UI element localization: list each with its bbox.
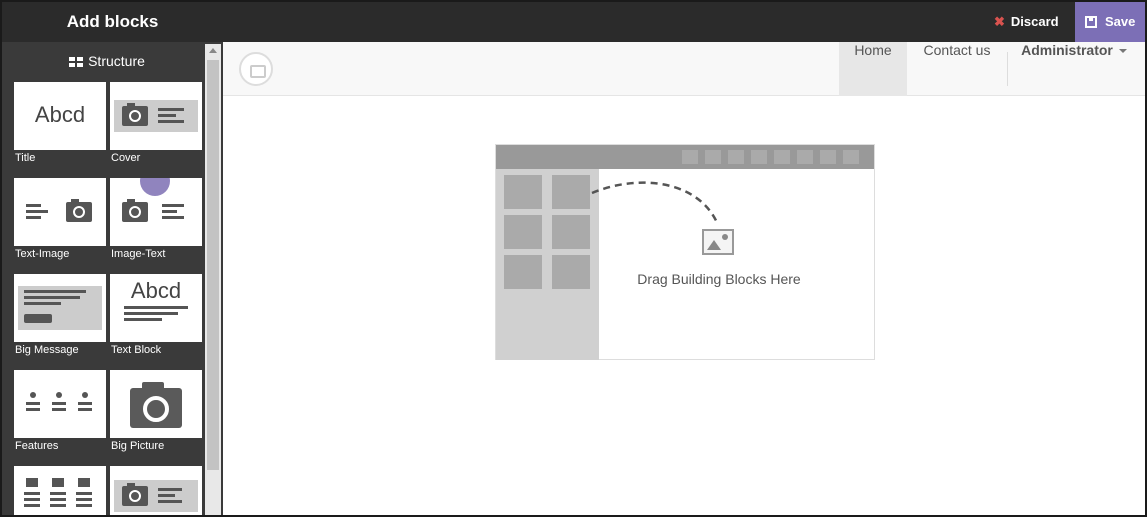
block-label: Big Picture [111, 440, 165, 452]
illustration-sidebar [496, 169, 599, 360]
section-label: Structure [88, 53, 145, 69]
block-label: Cover [111, 152, 141, 164]
camera-icon [66, 199, 92, 222]
camera-icon [130, 382, 182, 428]
text-lines-icon [26, 204, 48, 222]
nav-contact-us[interactable]: Contact us [907, 42, 1007, 96]
block-thumbnail [110, 178, 202, 246]
text-lines-icon [24, 290, 86, 308]
panel-scrollbar[interactable] [205, 44, 221, 515]
nav-divider [1007, 52, 1008, 86]
discard-button[interactable]: ✖ Discard [988, 2, 1078, 42]
illustration-header-bar [496, 145, 874, 169]
camera-icon [122, 483, 148, 506]
discard-label: Discard [1010, 14, 1059, 29]
block-thumbnail [110, 466, 202, 515]
user-name: Administrator [1021, 42, 1113, 58]
save-button[interactable]: Save [1075, 2, 1145, 42]
block-thumbnail: Abcd [14, 82, 106, 150]
drag-cursor-drop [133, 178, 177, 203]
block-image-text[interactable]: Image-Text [110, 178, 202, 268]
site-navbar: Home Contact us Administrator [223, 42, 1145, 96]
block-label: Title [15, 152, 36, 164]
block-label: Features [15, 440, 59, 452]
button-shape [24, 314, 52, 323]
camera-icon [52, 478, 64, 487]
save-icon [1085, 16, 1097, 28]
panel-title: Add blocks [2, 2, 223, 42]
nav-home[interactable]: Home [839, 42, 907, 96]
block-label: Big Message [15, 344, 79, 356]
image-placeholder-icon [702, 229, 734, 255]
block-three-images[interactable] [14, 466, 106, 515]
scrollbar-thumb[interactable] [207, 60, 219, 470]
block-big-message[interactable]: Big Message [14, 274, 106, 364]
caret-down-icon [1118, 49, 1127, 53]
text-lines-icon [158, 108, 184, 126]
block-big-picture[interactable]: Big Picture [110, 370, 202, 460]
block-label: Text-Image [15, 248, 70, 260]
sample-text: Abcd [130, 278, 182, 303]
scroll-up-arrow-icon[interactable] [209, 48, 217, 53]
block-thumbnail [110, 370, 202, 438]
text-lines-icon [124, 306, 188, 324]
blocks-list: Abcd Title Cover Text-Image Image-Text B… [14, 82, 202, 515]
block-text-block[interactable]: Abcd Text Block [110, 274, 202, 364]
site-logo-icon[interactable] [239, 52, 273, 86]
camera-icon [122, 103, 148, 126]
camera-icon [26, 478, 38, 487]
block-cover[interactable]: Cover [110, 82, 202, 172]
editor-window: Add blocks Structure Abcd Title Cover Te… [0, 0, 1147, 517]
block-title[interactable]: Abcd Title [14, 82, 106, 172]
block-features[interactable]: Features [14, 370, 106, 460]
block-carousel[interactable] [110, 466, 202, 515]
drag-arrow-icon [591, 181, 720, 226]
text-lines-icon [158, 488, 182, 506]
block-label: Text Block [111, 344, 162, 356]
block-thumbnail [110, 82, 202, 150]
user-menu[interactable]: Administrator [1009, 42, 1139, 96]
editor-top-bar: ✖ Discard Save [223, 2, 1145, 42]
save-label: Save [1105, 14, 1136, 29]
block-thumbnail [14, 466, 106, 515]
block-label: Image-Text [111, 248, 166, 260]
block-thumbnail: Abcd [110, 274, 202, 342]
structure-section-header[interactable]: Structure [10, 48, 204, 74]
block-thumbnail [14, 274, 106, 342]
text-lines-icon [162, 204, 184, 222]
block-thumbnail [14, 370, 106, 438]
drop-zone-illustration: Drag Building Blocks Here [495, 144, 875, 360]
add-blocks-panel: Add blocks Structure Abcd Title Cover Te… [2, 2, 223, 515]
camera-icon [78, 478, 90, 487]
close-icon: ✖ [994, 14, 1005, 29]
block-thumbnail [14, 178, 106, 246]
camera-icon [122, 199, 148, 222]
grid-icon [69, 57, 84, 67]
block-text-image[interactable]: Text-Image [14, 178, 106, 268]
sample-text: Abcd [34, 102, 86, 127]
drop-zone-text: Drag Building Blocks Here [637, 271, 801, 287]
